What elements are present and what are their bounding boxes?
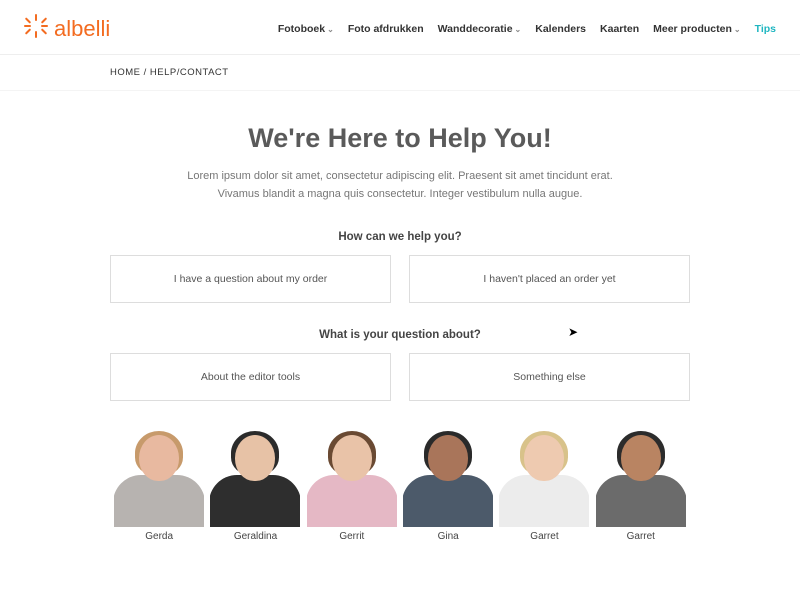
question-1-options: I have a question about my order I haven…	[110, 255, 690, 303]
main-content: We're Here to Help You! Lorem ipsum dolo…	[0, 91, 800, 542]
team-member-name: Gerrit	[339, 531, 364, 542]
team-member-name: Gina	[438, 531, 459, 542]
breadcrumb: HOME / HELP/CONTACT	[0, 55, 800, 91]
team-member-name: Gerda	[145, 531, 173, 542]
nav-item-kalenders[interactable]: Kalenders	[535, 23, 586, 35]
nav-item-fotoboek[interactable]: Fotoboek⌄	[278, 23, 334, 35]
question-1-label: How can we help you?	[110, 231, 690, 243]
team-portrait	[596, 427, 686, 527]
logo-icon	[24, 14, 48, 44]
nav-item-kaarten[interactable]: Kaarten	[600, 23, 639, 35]
option-question-about-order[interactable]: I have a question about my order	[110, 255, 391, 303]
team-portrait	[403, 427, 493, 527]
main-nav: Fotoboek⌄ Foto afdrukken Wanddecoratie⌄ …	[278, 23, 776, 35]
breadcrumb-home[interactable]: HOME	[110, 67, 141, 78]
team-member-name: Garret	[530, 531, 558, 542]
nav-item-tips[interactable]: Tips	[755, 23, 776, 35]
header: albelli Fotoboek⌄ Foto afdrukken Wanddec…	[0, 0, 800, 55]
brand-name: albelli	[54, 16, 110, 42]
option-editor-tools[interactable]: About the editor tools	[110, 353, 391, 401]
brand-logo[interactable]: albelli	[24, 14, 110, 44]
team-member: Garret	[499, 427, 589, 542]
page-title: We're Here to Help You!	[110, 123, 690, 154]
team-member: Gina	[403, 427, 493, 542]
breadcrumb-current: HELP/CONTACT	[150, 67, 229, 78]
team-portrait	[499, 427, 589, 527]
team-member: Garret	[596, 427, 686, 542]
nav-item-wanddecoratie[interactable]: Wanddecoratie⌄	[438, 23, 522, 35]
team-portrait	[210, 427, 300, 527]
nav-item-foto-afdrukken[interactable]: Foto afdrukken	[348, 23, 424, 35]
team-member-name: Garret	[627, 531, 655, 542]
team-member-name: Geraldina	[234, 531, 277, 542]
question-2-label: What is your question about?	[110, 329, 690, 341]
nav-item-meer-producten[interactable]: Meer producten⌄	[653, 23, 740, 35]
option-no-order-yet[interactable]: I haven't placed an order yet	[409, 255, 690, 303]
page-subtitle: Lorem ipsum dolor sit amet, consectetur …	[110, 168, 690, 203]
team-portrait	[114, 427, 204, 527]
team-row: Gerda Geraldina Gerrit Gina Garret	[110, 427, 690, 542]
chevron-down-icon: ⌄	[327, 25, 334, 34]
question-2-options: About the editor tools Something else	[110, 353, 690, 401]
team-member: Gerda	[114, 427, 204, 542]
team-portrait	[307, 427, 397, 527]
chevron-down-icon: ⌄	[734, 25, 741, 34]
chevron-down-icon: ⌄	[515, 25, 522, 34]
option-something-else[interactable]: Something else	[409, 353, 690, 401]
team-member: Gerrit	[307, 427, 397, 542]
team-member: Geraldina	[210, 427, 300, 542]
